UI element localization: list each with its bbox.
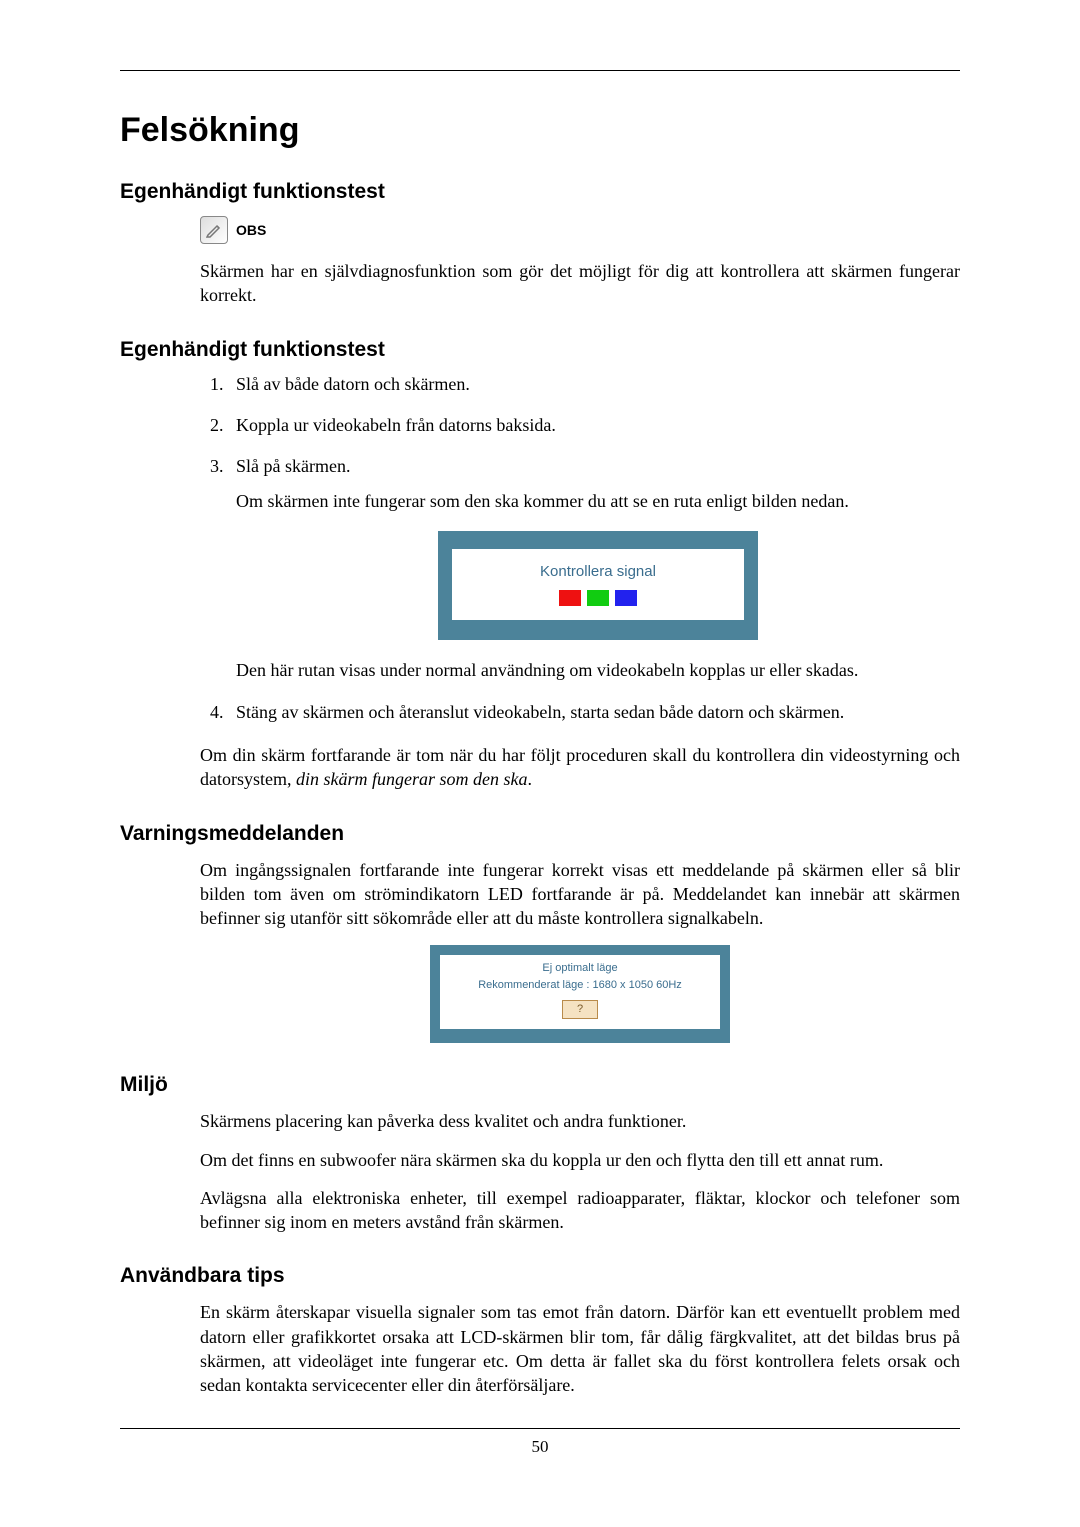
env-p3: Avlägsna alla elektroniska enheter, till…	[200, 1186, 960, 1235]
step-2-text: Koppla ur videokabeln från datorns baksi…	[236, 415, 556, 435]
obs-label: OBS	[236, 222, 266, 238]
section-heading-selftest-steps: Egenhändigt funktionstest	[120, 338, 960, 362]
tips-p1: En skärm återskapar visuella signaler so…	[200, 1300, 960, 1397]
bottom-rule	[120, 1428, 960, 1429]
outro-end: .	[528, 769, 533, 789]
page-title: Felsökning	[120, 111, 960, 150]
obs-row: OBS	[200, 216, 960, 244]
warn-line1: Ej optimalt läge	[444, 961, 716, 976]
note-icon	[200, 216, 228, 244]
signal-check-dialog: Kontrollera signal	[438, 531, 758, 640]
signal-dialog-title: Kontrollera signal	[452, 563, 744, 580]
steps-list: Slå av både datorn och skärmen. Koppla u…	[200, 374, 960, 724]
top-rule	[120, 70, 960, 71]
section-heading-tips: Användbara tips	[120, 1264, 960, 1288]
env-p1: Skärmens placering kan påverka dess kval…	[200, 1109, 960, 1133]
warn-line2: Rekommenderat läge : 1680 x 1050 60Hz	[444, 978, 716, 993]
green-square-icon	[587, 590, 609, 606]
warnings-paragraph: Om ingångssignalen fortfarande inte fung…	[200, 858, 960, 931]
step-4: Stäng av skärmen och återanslut videokab…	[228, 702, 960, 723]
intro-paragraph: Skärmen har en självdiagnosfunktion som …	[200, 259, 960, 308]
step-2: Koppla ur videokabeln från datorns baksi…	[228, 415, 960, 436]
red-square-icon	[559, 590, 581, 606]
warn-help-button: ?	[562, 1000, 598, 1019]
blue-square-icon	[615, 590, 637, 606]
step-1: Slå av både datorn och skärmen.	[228, 374, 960, 395]
selftest-outro: Om din skärm fortfarande är tom när du h…	[200, 743, 960, 792]
step-3-note-b: Den här rutan visas under normal användn…	[236, 658, 960, 682]
page-number: 50	[120, 1437, 960, 1457]
selftest-outro-paragraph: Om din skärm fortfarande är tom när du h…	[200, 743, 960, 792]
section-heading-warnings: Varningsmeddelanden	[120, 822, 960, 846]
env-p2: Om det finns en subwoofer nära skärmen s…	[200, 1148, 960, 1172]
tips-body: En skärm återskapar visuella signaler so…	[200, 1300, 960, 1397]
step-3: Slå på skärmen. Om skärmen inte fungerar…	[228, 456, 960, 683]
step-1-text: Slå av både datorn och skärmen.	[236, 374, 470, 394]
rgb-indicator	[452, 590, 744, 606]
environment-body: Skärmens placering kan påverka dess kval…	[200, 1109, 960, 1234]
step-3-note-a: Om skärmen inte fungerar som den ska kom…	[236, 489, 960, 513]
section-heading-environment: Miljö	[120, 1073, 960, 1097]
step-3-text: Slå på skärmen.	[236, 456, 350, 476]
intro-text: Skärmen har en självdiagnosfunktion som …	[200, 259, 960, 308]
warnings-body: Om ingångssignalen fortfarande inte fung…	[200, 858, 960, 1043]
section-heading-selftest-intro: Egenhändigt funktionstest	[120, 180, 960, 204]
step-4-text: Stäng av skärmen och återanslut videokab…	[236, 702, 844, 722]
outro-italic: din skärm fungerar som den ska	[296, 769, 528, 789]
mode-warning-dialog: Ej optimalt läge Rekommenderat läge : 16…	[430, 945, 730, 1044]
